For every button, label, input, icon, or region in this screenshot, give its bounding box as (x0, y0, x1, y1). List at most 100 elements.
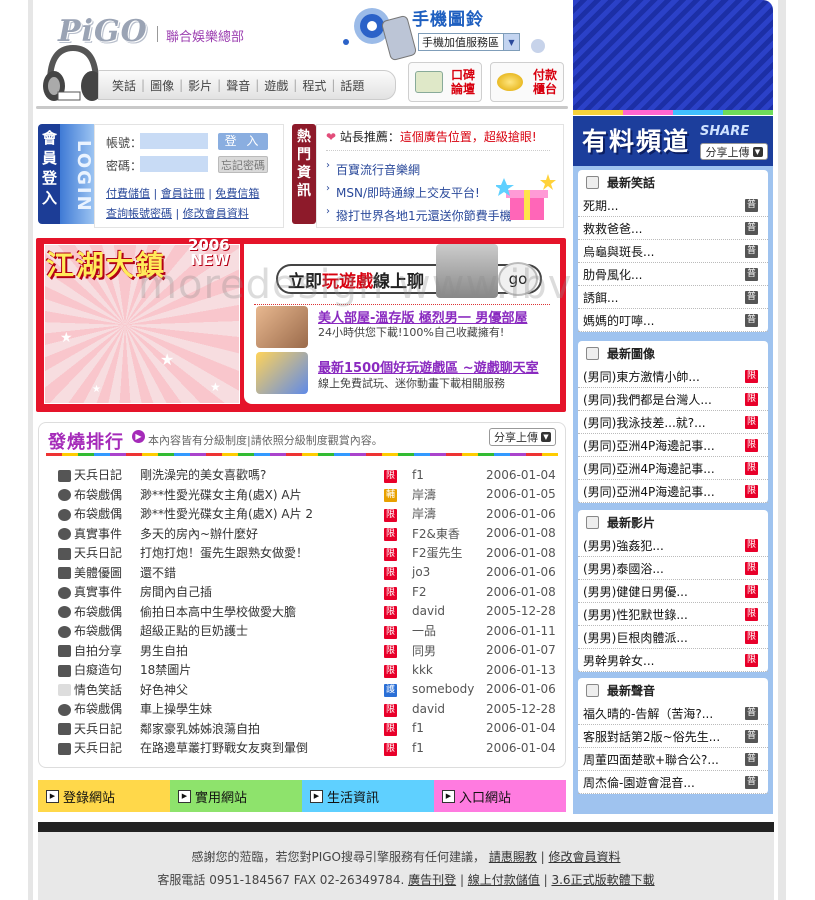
list-item[interactable]: (男男)強姦犯... 限 (578, 534, 768, 557)
table-row[interactable]: 天兵日記 在路邊草叢打野戰女友爽到暈倒 限 f1 2006-01-04 (58, 738, 556, 758)
rank-title-link[interactable]: 18禁圖片 (140, 663, 191, 677)
footer-ad-link[interactable]: 廣告刊登 (408, 873, 456, 887)
table-row[interactable]: 布袋戲偶 車上操學生妹 限 david 2005-12-28 (58, 699, 556, 719)
rank-title-link[interactable]: 還不錯 (140, 566, 176, 580)
login-button[interactable]: 登 入 (218, 133, 268, 150)
table-row[interactable]: 情色笑話 好色神父 護 somebody 2006-01-06 (58, 680, 556, 700)
link-bar-register-site[interactable]: ▶ 登錄網站 (38, 780, 170, 812)
list-item[interactable]: 男幹男幹女... 限 (578, 649, 768, 672)
link-pay-deposit[interactable]: 付費儲值 (106, 187, 150, 200)
link-bar-useful-site[interactable]: ▶ 實用網站 (170, 780, 302, 812)
link-lookup-account[interactable]: 查詢帳號密碼 (106, 207, 172, 220)
table-row[interactable]: 天兵日記 剛洗澡完的美女喜歡嗎? 限 f1 2006-01-04 (58, 465, 556, 485)
table-row[interactable]: 真實事件 房間內自己插 限 F2 2006-01-08 (58, 582, 556, 602)
nav-topics[interactable]: 話題 (335, 77, 369, 94)
table-row[interactable]: 自拍分享 男生自拍 限 同男 2006-01-07 (58, 641, 556, 661)
list-item[interactable]: 死期... 普 (578, 194, 768, 217)
rank-title-link[interactable]: 超級正點的巨奶護士 (140, 624, 248, 638)
nav-games[interactable]: 遊戲 (259, 77, 293, 94)
rank-title-link[interactable]: 打炮打炮！蛋先生跟熟女做愛！ (140, 546, 308, 560)
mobile-service-select[interactable]: 手機加值服務區 ▼ (418, 33, 520, 51)
mobile-ringtone-title[interactable]: 手機圖鈴 (412, 5, 484, 30)
list-item[interactable]: 福久晴的-告解（苦海?... 普 (578, 702, 768, 725)
list-item[interactable]: (男同)我泳技差...就?... 限 (578, 411, 768, 434)
hot-item[interactable]: MSN/即時通線上交友平台! (336, 184, 480, 201)
list-item-title[interactable]: 肋骨風化... (583, 266, 642, 283)
list-item[interactable]: 誘餌... 普 (578, 286, 768, 309)
list-item-title[interactable]: 死期... (583, 197, 618, 214)
list-item-title[interactable]: 誘餌... (583, 289, 618, 306)
account-input[interactable] (140, 133, 208, 149)
table-row[interactable]: 美體優圖 還不錯 限 jo3 2006-01-06 (58, 563, 556, 583)
list-item[interactable]: 肋骨風化... 普 (578, 263, 768, 286)
table-row[interactable]: 真實事件 多天的房內~辦什麼好 限 F2&東香 2006-01-08 (58, 524, 556, 544)
list-item[interactable]: 媽媽的叮嚀... 普 (578, 309, 768, 332)
list-item-title[interactable]: (男男)強姦犯... (583, 537, 664, 554)
rank-title-link[interactable]: 渺**性愛光碟女主角(處X) A片 2 (140, 507, 313, 521)
list-item[interactable]: (男男)健健日男優... 限 (578, 580, 768, 603)
list-item[interactable]: (男同)亞洲4P海邊記事... 限 (578, 480, 768, 503)
list-item-title[interactable]: 周董四面楚歌+聯合公?... (583, 751, 719, 768)
table-row[interactable]: 天兵日記 打炮打炮！蛋先生跟熟女做愛！ 限 F2蛋先生 2006-01-08 (58, 543, 556, 563)
table-row[interactable]: 白癡造句 18禁圖片 限 kkk 2006-01-13 (58, 660, 556, 680)
link-edit-member[interactable]: 修改會員資料 (183, 207, 249, 220)
footer-suggest-link[interactable]: 請惠賜教 (489, 850, 537, 864)
list-item-title[interactable]: 救救爸爸... (583, 220, 642, 237)
list-item[interactable]: (男男)性犯默世錄... 限 (578, 603, 768, 626)
table-row[interactable]: 布袋戲偶 渺**性愛光碟女主角(處X) A片 輔 岸濤 2006-01-05 (58, 485, 556, 505)
list-item[interactable]: (男同)我們都是台灣人... 限 (578, 388, 768, 411)
list-item-title[interactable]: (男同)亞洲4P海邊記事... (583, 483, 715, 500)
rank-share-upload-button[interactable]: 分享上傳 ▼ (489, 428, 556, 446)
table-row[interactable]: 天兵日記 鄰家豪乳姊姊浪蕩自拍 限 f1 2006-01-04 (58, 719, 556, 739)
list-item[interactable]: (男同)亞洲4P海邊記事... 限 (578, 434, 768, 457)
list-item-title[interactable]: 烏龜與斑長... (583, 243, 654, 260)
list-item-title[interactable]: (男同)我們都是台灣人... (583, 391, 712, 408)
table-row[interactable]: 布袋戲偶 超級正點的巨奶護士 限 一品 2006-01-11 (58, 621, 556, 641)
list-item-title[interactable]: 客服對話第2版~俗先生... (583, 728, 720, 745)
game-zone-link[interactable]: 最新1500個好玩遊戲區 ~遊戲聊天室 (318, 357, 539, 376)
rank-title-link[interactable]: 房間內自己插 (140, 585, 212, 599)
list-item-title[interactable]: 男幹男幹女... (583, 652, 654, 669)
table-row[interactable]: 布袋戲偶 偷拍日本高中生學校做愛大膽 限 david 2005-12-28 (58, 602, 556, 622)
rank-title-link[interactable]: 剛洗澡完的美女喜歡嗎? (140, 468, 266, 482)
rank-title-link[interactable]: 多天的房內~辦什麼好 (140, 527, 258, 541)
rank-title-link[interactable]: 渺**性愛光碟女主角(處X) A片 (140, 488, 302, 502)
table-row[interactable]: 布袋戲偶 渺**性愛光碟女主角(處X) A片 2 限 岸濤 2006-01-06 (58, 504, 556, 524)
password-input[interactable] (140, 156, 208, 172)
forgot-password-button[interactable]: 忘記密碼 (218, 156, 268, 173)
list-item-title[interactable]: 周杰倫-園遊會混音... (583, 774, 695, 791)
hot-item[interactable]: 撥打世界各地1元還送你節費手機 (336, 207, 512, 224)
list-item[interactable]: 救救爸爸... 普 (578, 217, 768, 240)
list-item-title[interactable]: (男同)亞洲4P海邊記事... (583, 460, 715, 477)
nav-sounds[interactable]: 聲音 (221, 77, 255, 94)
footer-edit-member-link[interactable]: 修改會員資料 (549, 850, 621, 864)
forum-button[interactable]: 口碑 論壇 (408, 62, 482, 102)
list-item-title[interactable]: (男男)巨根肉體派... (583, 629, 688, 646)
go-button[interactable]: go (498, 262, 538, 296)
link-bar-life-info[interactable]: ▶ 生活資訊 (302, 780, 434, 812)
footer-download-link[interactable]: 3.6正式版軟體下載 (551, 873, 654, 887)
recommend-ad-text[interactable]: 這個廣告位置，超級搶眼! (400, 130, 537, 144)
hot-item[interactable]: 百寶流行音樂網 (336, 161, 420, 178)
list-item-title[interactable]: 媽媽的叮嚀... (583, 312, 654, 329)
payment-button[interactable]: 付款 櫃台 (490, 62, 564, 102)
list-item-title[interactable]: (男男)性犯默世錄... (583, 606, 688, 623)
list-item[interactable]: 周董四面楚歌+聯合公?... 普 (578, 748, 768, 771)
list-item-title[interactable]: (男男)泰國浴... (583, 560, 664, 577)
rank-title-link[interactable]: 好色神父 (140, 683, 188, 697)
channel-share-upload-button[interactable]: 分享上傳 ▼ (700, 143, 768, 160)
list-item-title[interactable]: (男同)亞洲4P海邊記事... (583, 437, 715, 454)
nav-programs[interactable]: 程式 (297, 77, 331, 94)
rank-title-link[interactable]: 偷拍日本高中生學校做愛大膽 (140, 605, 296, 619)
rank-title-link[interactable]: 車上操學生妹 (140, 702, 212, 716)
footer-online-pay-link[interactable]: 線上付款儲值 (468, 873, 540, 887)
list-item[interactable]: (男同)亞洲4P海邊記事... 限 (578, 457, 768, 480)
list-item-title[interactable]: (男同)我泳技差...就?... (583, 414, 706, 431)
game-zone-thumbnail[interactable] (256, 352, 308, 394)
list-item[interactable]: (男男)泰國浴... 限 (578, 557, 768, 580)
list-item[interactable]: (男男)巨根肉體派... 限 (578, 626, 768, 649)
list-item-title[interactable]: (男男)健健日男優... (583, 583, 688, 600)
list-item[interactable]: 客服對話第2版~俗先生... 普 (578, 725, 768, 748)
beauty-room-thumbnail[interactable] (256, 306, 308, 348)
link-register[interactable]: 會員註冊 (161, 187, 205, 200)
